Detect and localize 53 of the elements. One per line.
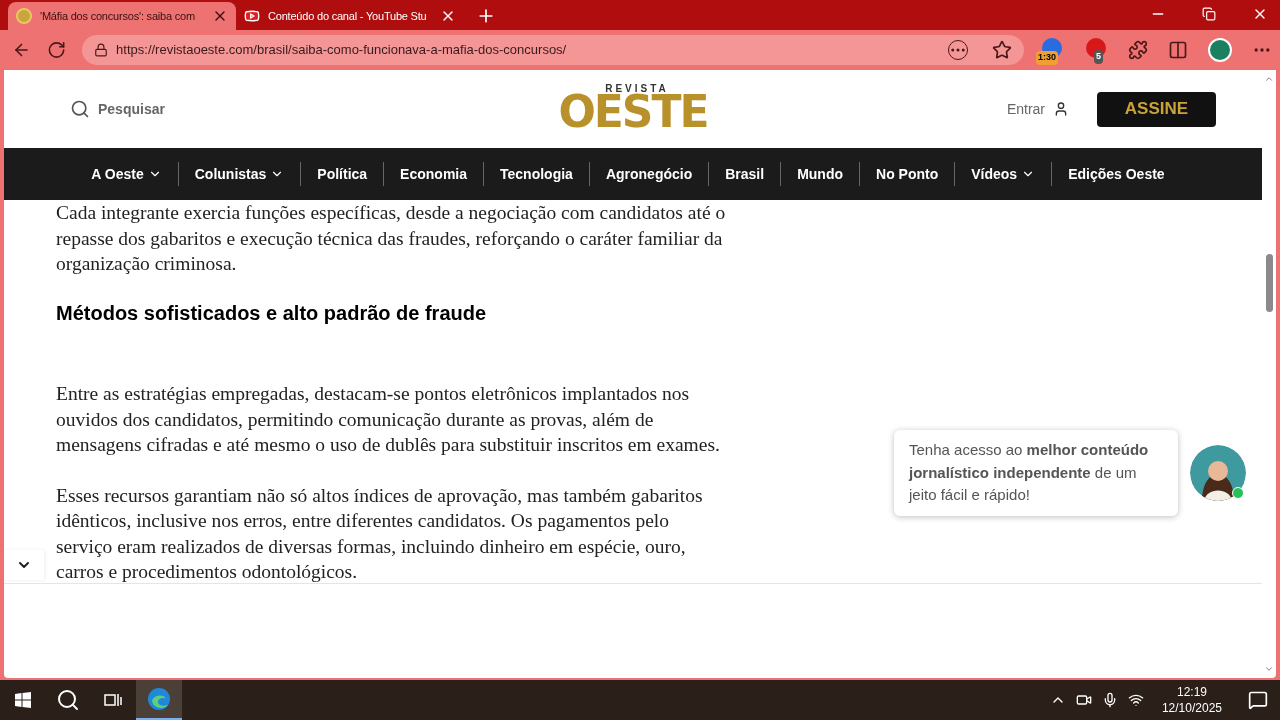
scroll-up-icon[interactable] [1264,74,1274,84]
task-view-icon[interactable] [104,692,122,708]
nav-link[interactable]: Mundo [781,163,859,185]
user-icon[interactable] [1053,101,1069,117]
network-icon[interactable] [1127,692,1144,708]
section-heading: Métodos sofisticados e alto padrão de fraude [56,300,488,326]
split-screen-icon[interactable] [1168,40,1188,60]
nav-link[interactable]: Economia [384,163,483,185]
nav-link[interactable]: Brasil [709,163,781,185]
article-paragraph: Cada integrante exercia funções específicas, desde a negociação com candidatos até o repasse dos gabaritos e execução técnica das fraudes, reforçando o caráter familiar da organização criminosa. [56,201,727,276]
nav-link[interactable]: Agronegócio [589,163,709,185]
extension-icon[interactable] [1086,38,1106,58]
tab-title: Conteúdo do canal - YouTube Stu [268,8,427,24]
nav-link[interactable]: Tecnologia [484,163,589,185]
edge-browser-icon [147,687,171,711]
search-link[interactable]: Pesquisar [98,98,165,120]
extension-badge: 1:30 [1036,51,1058,65]
favorite-icon[interactable] [992,40,1012,60]
nav-link[interactable]: Colunistas [178,163,301,185]
windows-start-icon[interactable] [15,692,31,708]
nav-link[interactable]: A Oeste [75,163,178,185]
article-paragraph: Esses recursos garantiam não só altos índices de aprovação, mas também gabaritos idênticos, inclusive nos erros, entre diferentes candidatos. Os pagamentos pelo serviço eram realizados de diversas formas, incluindo dinheiro em espécie, ouro, carros e procedimentos odontológicos. [56,483,704,583]
restore-icon[interactable] [1202,7,1216,21]
address-bar[interactable]: https://revistaoeste.com/brasil/saiba-como-funcionava-a-mafia-dos-concursos/ [82,35,1024,65]
url-text: https://revistaoeste.com/brasil/saiba-como-funcionava-a-mafia-dos-concursos/ [116,41,568,60]
nav-link[interactable]: No Ponto [860,163,955,185]
subscribe-button[interactable]: ASSINE [1097,91,1216,127]
browser-tab[interactable]: 'Máfia dos concursos': saiba com [8,2,236,30]
browser-tab[interactable]: Conteúdo do canal - YouTube Stu [236,2,464,30]
article-paragraph: Entre as estratégias empregadas, destacam-se pontos eletrônicos implantados nos ouvidos dos candidatos, permitindo comunicação durante as provas, além de mensagens cifradas e até mesmo o uso de dublês para substituir inscritos em exames. [56,382,721,457]
promo-bubble[interactable]: Tenha acesso ao melhor conteúdo jornalístico independente de um jeito fácil e rápido! [894,430,1178,516]
nav-link[interactable]: Edições Oeste [1052,163,1181,185]
tab-title: 'Máfia dos concursos': saiba com [40,8,195,24]
collapse-button[interactable] [4,550,44,580]
login-link[interactable]: Entrar [1006,98,1045,120]
video-play-icon [244,8,260,24]
extension-badge: 5 [1094,50,1103,64]
site-icon [16,8,32,24]
scrollbar-thumb[interactable] [1265,254,1273,312]
taskbar-clock[interactable]: 12:19 12/10/2025 [1161,684,1222,716]
profile-icon[interactable] [1208,38,1232,62]
search-icon[interactable] [56,688,80,712]
scroll-down-icon[interactable] [1264,664,1274,674]
camera-icon[interactable] [1075,692,1092,708]
search-icon[interactable] [70,99,90,119]
notifications-icon[interactable] [1248,690,1268,710]
nav-link[interactable]: Política [301,163,384,185]
extensions-icon[interactable] [1128,40,1148,60]
nav-link[interactable]: Vídeos [955,163,1052,185]
promo-text: Tenha acesso ao melhor conteúdo jornalístico independente de um jeito fácil e rápido! [909,441,1149,503]
edge-taskbar-button[interactable] [136,680,182,720]
lock-icon [94,43,109,57]
reload-icon[interactable] [47,40,67,60]
